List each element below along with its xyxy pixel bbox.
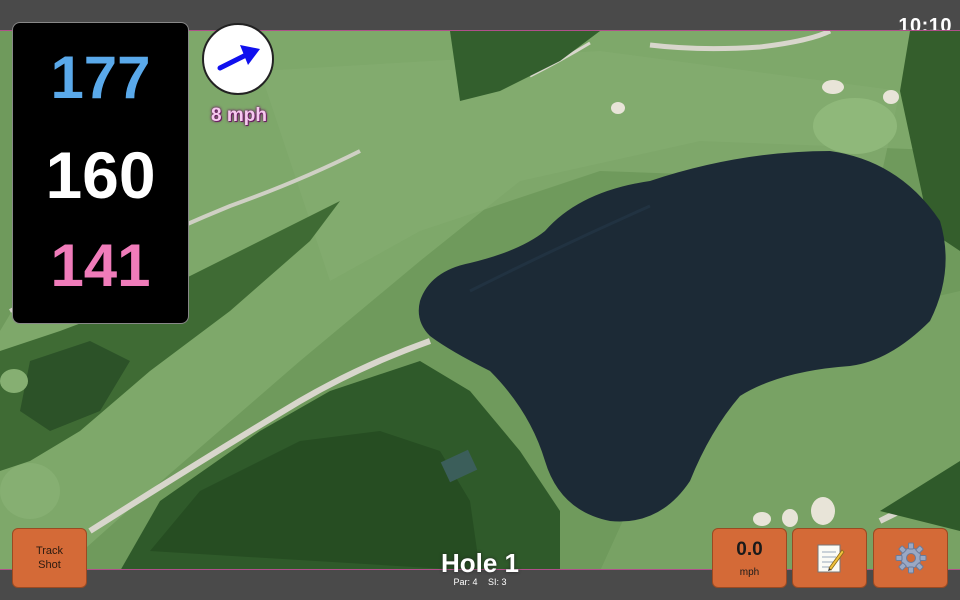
hole-info: Par: 4 SI: 3 <box>380 577 580 587</box>
hole-title: Hole 1 <box>440 548 520 578</box>
notepad-icon <box>817 544 845 573</box>
wind-indicator[interactable] <box>202 23 274 95</box>
speed-value: 0.0 <box>736 538 763 560</box>
front-distance: 141 <box>50 232 151 299</box>
back-distance: 177 <box>50 44 151 111</box>
wind-direction-arrow-icon <box>217 45 260 71</box>
speed-unit: mph <box>739 566 760 578</box>
notes-button[interactable] <box>792 528 867 588</box>
distance-panel: 177 160 141 <box>12 22 189 324</box>
speed-button[interactable]: 0.0 mph <box>712 528 787 588</box>
stroke-index-label: SI: 3 <box>488 577 507 587</box>
settings-button[interactable] <box>873 528 948 588</box>
track-shot-button[interactable]: Track Shot <box>12 528 87 588</box>
par-label: Par: 4 <box>453 577 478 587</box>
track-shot-label-line2: Shot <box>38 559 61 571</box>
wind-speed-label: 8 mph <box>211 105 267 126</box>
track-shot-label-line1: Track <box>35 545 64 557</box>
center-distance: 160 <box>45 138 156 212</box>
gear-icon <box>895 542 926 574</box>
